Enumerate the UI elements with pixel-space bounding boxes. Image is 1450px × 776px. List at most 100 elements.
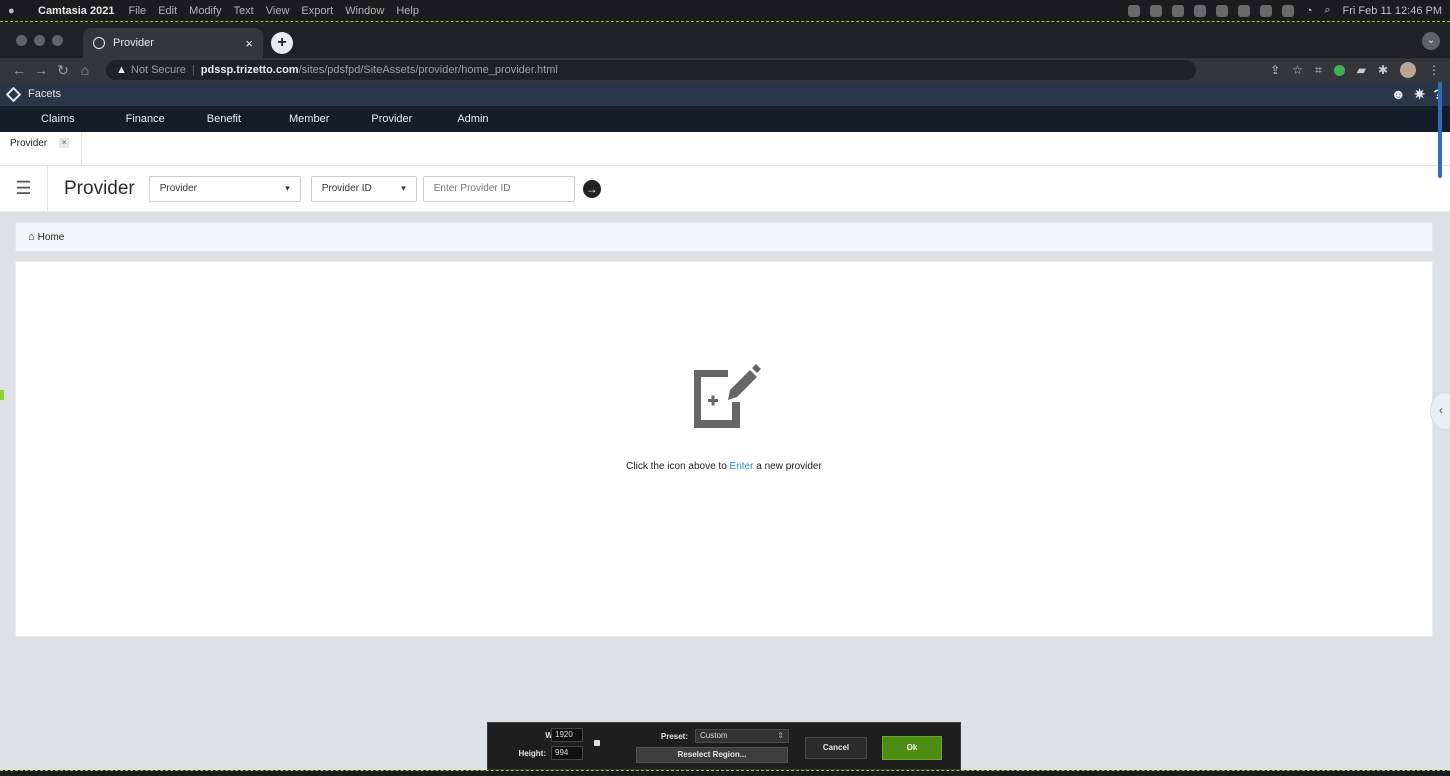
new-tab-button[interactable]: + <box>271 32 293 54</box>
status-area: ◔ ⌕ Fri Feb 11 12:46 PM <box>1127 4 1442 17</box>
tab-provider[interactable]: Provider × <box>0 132 82 165</box>
hint-text: a new provider <box>753 461 822 472</box>
browser-tab-strip: Provider × + ⌄ <box>0 22 1450 58</box>
screenshot-icon[interactable]: ⌗ <box>1315 63 1322 78</box>
nav-claims[interactable]: Claims <box>41 113 75 125</box>
nav-provider[interactable]: Provider <box>371 113 412 125</box>
provider-id-input[interactable] <box>422 175 575 202</box>
facets-brand[interactable]: Facets <box>28 88 61 100</box>
extension-icon[interactable] <box>1333 64 1345 76</box>
home-icon[interactable]: ⌂ <box>76 62 94 78</box>
reload-icon[interactable]: ↻ <box>54 62 72 79</box>
cancel-button[interactable]: Cancel <box>805 737 867 759</box>
nav-benefit[interactable]: Benefit <box>207 113 241 125</box>
tray-icon[interactable] <box>1259 4 1272 17</box>
main-nav: Claims Finance Benefit Member Provider A… <box>0 106 1450 132</box>
extension-icon[interactable]: ▰ <box>1357 63 1366 77</box>
nav-admin[interactable]: Admin <box>457 113 488 125</box>
forward-icon[interactable]: → <box>32 62 50 78</box>
breadcrumb-home[interactable]: Home <box>38 232 65 243</box>
clock[interactable]: Fri Feb 11 12:46 PM <box>1343 5 1442 17</box>
reselect-region-button[interactable]: Reselect Region... <box>636 747 788 763</box>
search-field-select[interactable]: Provider ID ▾ <box>310 175 417 202</box>
menu-file[interactable]: File <box>128 5 146 17</box>
mac-menu-bar: ● Camtasia 2021 File Edit Modify Text Vi… <box>0 0 1450 22</box>
side-panel-toggle[interactable]: ‹ <box>1430 392 1450 430</box>
content-panel: Click the icon above to Enter a new prov… <box>15 261 1433 637</box>
security-label[interactable]: Not Secure <box>131 64 186 76</box>
user-icon[interactable]: ☻ <box>1391 86 1406 103</box>
menu-export[interactable]: Export <box>301 5 333 17</box>
stepper-icon: ⇕ <box>777 731 784 740</box>
back-icon[interactable]: ← <box>10 62 28 78</box>
tray-icon[interactable] <box>1127 4 1140 17</box>
region-handle[interactable] <box>0 390 4 400</box>
gear-icon[interactable]: ✷ <box>1414 86 1426 103</box>
recording-region-border <box>0 770 1450 776</box>
minimize-window-button[interactable] <box>34 35 45 46</box>
breadcrumb: ⌂ Home <box>15 222 1433 252</box>
home-icon[interactable]: ⌂ <box>28 231 35 243</box>
menu-window[interactable]: Window <box>345 5 384 17</box>
open-tabs-bar: Provider × <box>0 132 1450 166</box>
facets-logo-icon <box>5 86 22 102</box>
browser-tab-title: Provider <box>113 37 154 49</box>
menu-view[interactable]: View <box>266 5 290 17</box>
scroll-indicator <box>1438 82 1442 178</box>
more-menu-icon[interactable]: ⋮ <box>1428 63 1440 77</box>
preset-value: Custom <box>700 731 728 740</box>
lock-icon[interactable] <box>594 740 600 746</box>
divider: | <box>191 64 195 76</box>
tab-search-icon[interactable]: ⌄ <box>1422 32 1440 50</box>
browser-toolbar: ← → ↻ ⌂ ▲ Not Secure | pdssp.trizetto.co… <box>0 58 1450 82</box>
tray-icon[interactable] <box>1215 4 1228 17</box>
hamburger-menu-icon[interactable]: ☰ <box>0 165 48 212</box>
nav-finance[interactable]: Finance <box>126 113 165 125</box>
search-go-button[interactable]: → <box>582 179 601 198</box>
height-label: Height: <box>518 749 546 758</box>
height-field[interactable]: 994 <box>551 746 583 760</box>
width-field[interactable]: 1920 <box>551 728 583 742</box>
menu-help[interactable]: Help <box>396 5 419 17</box>
preset-select[interactable]: Custom ⇕ <box>695 729 789 743</box>
puzzle-icon[interactable]: ✱ <box>1378 63 1388 77</box>
tray-icon[interactable] <box>1149 4 1162 17</box>
entity-type-select[interactable]: Provider ▾ <box>148 175 301 202</box>
tray-icon[interactable] <box>1237 4 1250 17</box>
enter-link[interactable]: Enter <box>730 461 754 472</box>
profile-avatar[interactable] <box>1400 62 1416 78</box>
warning-icon[interactable]: ▲ <box>116 64 127 76</box>
search-icon[interactable]: ⌕ <box>1324 4 1330 17</box>
tray-icon[interactable] <box>1281 4 1294 17</box>
url-host: pdssp.trizetto.com <box>200 64 299 76</box>
share-icon[interactable]: ⇪ <box>1270 63 1280 77</box>
address-bar[interactable]: ▲ Not Secure | pdssp.trizetto.com /sites… <box>106 60 1196 80</box>
bookmark-star-icon[interactable]: ☆ <box>1292 63 1303 77</box>
page-title: Provider <box>64 177 135 199</box>
search-bar: ☰ Provider Provider ▾ Provider ID ▾ → <box>0 165 1450 212</box>
tray-icon[interactable] <box>1171 4 1184 17</box>
nav-member[interactable]: Member <box>289 113 329 125</box>
globe-icon <box>93 37 105 49</box>
recording-toolbar: Width: 1920 Height: 994 Preset: Custom ⇕… <box>487 722 961 770</box>
preset-label: Preset: <box>660 732 688 741</box>
browser-tab[interactable]: Provider × <box>83 28 263 58</box>
menu-modify[interactable]: Modify <box>189 5 221 17</box>
url-path: /sites/pdsfpd/SiteAssets/provider/home_p… <box>298 64 558 76</box>
apple-icon[interactable]: ● <box>8 5 24 17</box>
close-window-button[interactable] <box>16 35 27 46</box>
tray-icon[interactable] <box>1193 4 1206 17</box>
menu-extras <box>1127 4 1294 17</box>
new-provider-hint: Click the icon above to Enter a new prov… <box>16 461 1432 472</box>
menu-text[interactable]: Text <box>234 5 254 17</box>
new-provider-icon[interactable] <box>690 362 762 432</box>
app-menu-name[interactable]: Camtasia 2021 <box>38 5 114 17</box>
tab-close-icon[interactable]: × <box>59 138 70 148</box>
tab-close-icon[interactable]: × <box>245 36 253 51</box>
wifi-icon[interactable]: ◔ <box>1306 5 1313 17</box>
menu-edit[interactable]: Edit <box>158 5 177 17</box>
entity-type-value: Provider <box>159 183 197 194</box>
chevron-down-icon: ▾ <box>401 183 406 193</box>
zoom-window-button[interactable] <box>52 35 63 46</box>
ok-button[interactable]: Ok <box>882 736 942 760</box>
